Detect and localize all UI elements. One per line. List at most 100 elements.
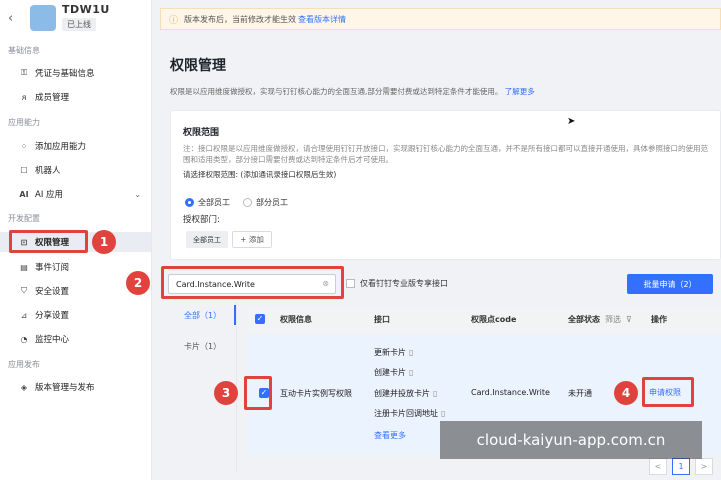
sidebar-item-label: 添加应用能力 [35,142,87,152]
tab-card[interactable]: 卡片（1） [170,336,236,356]
dept-label: 授权部门: [183,215,220,225]
th-interface: 接口 [374,315,390,324]
table-header: ✓ 权限信息 接口 权限点code 全部状态 筛选 ⊽ 操作 [248,307,721,331]
chevron-down-icon: ⌄ [134,189,141,199]
pro-only-label: 仅看钉钉专业版专享接口 [360,279,448,288]
interface-item[interactable]: 更新卡片 ▯ [374,347,413,358]
grid-icon: ⁘ [20,141,28,151]
th-status[interactable]: 全部状态 筛选 ⊽ [568,314,632,325]
perm-name: 互动卡片实例写权限 [280,389,352,398]
sidebar-item-credentials[interactable]: ⚿ 凭证与基础信息 [0,63,151,83]
key-icon: ⚿ [20,68,28,77]
learn-more-link[interactable]: 了解更多 [505,87,535,96]
radio-label: 全部员工 [198,198,230,207]
highlight-box-4 [642,377,694,407]
scope-title: 权限范围 [183,128,220,138]
highlight-box-3 [244,376,272,410]
sidebar-item-label: 安全设置 [35,287,70,297]
back-arrow-icon[interactable]: ‹ [8,11,13,26]
radio-unselected-icon [243,198,252,207]
add-dept-button[interactable]: + 添加 [232,231,272,248]
sidebar-item-versions[interactable]: ◈ 版本管理与发布 [0,377,151,397]
radio-all-staff[interactable]: 全部员工 [185,197,230,208]
filter-link: 筛选 [605,315,621,324]
sidebar-item-robot[interactable]: ☐ 机器人 [0,160,151,180]
watermark: cloud-kaiyun-app.com.cn [440,421,702,459]
notice-text: 版本发布后，当前修改才能生效 [184,14,297,24]
perm-code: Card.Instance.Write [471,388,550,397]
sidebar-item-label: 凭证与基础信息 [35,69,95,79]
scope-question: 请选择权限范围: (添加通讯录接口权限后生效) [183,170,337,179]
th-perm: 权限信息 [280,315,312,324]
select-all-checkbox[interactable]: ✓ [255,314,265,324]
sidebar-item-ai-app[interactable]: AI AI 应用 ⌄ [0,184,151,204]
release-notice-banner: ⓘ 版本发布后，当前修改才能生效 查看版本详情 [160,8,721,30]
batch-apply-button[interactable]: 批量申请（2） [627,274,713,294]
sidebar-item-label: 分享设置 [35,311,70,321]
prev-page-button[interactable]: < [649,458,667,475]
sidebar-item-label: 事件订阅 [35,263,70,273]
doc-icon: ▯ [409,348,414,357]
interface-item[interactable]: 注册卡片回调地址 ▯ [374,408,445,419]
monitor-icon: ◔ [20,334,28,344]
dept-tag[interactable]: 全部员工 [186,231,228,248]
pro-only-checkbox[interactable]: 仅看钉钉专业版专享接口 [346,278,448,289]
sidebar-item-label: AI 应用 [35,190,64,200]
sidebar-item-label: 版本管理与发布 [35,383,95,393]
app-logo [30,5,56,31]
sidebar-item-label: 机器人 [35,166,61,176]
radio-label: 部分员工 [256,198,288,207]
sidebar-item-share[interactable]: ⊿ 分享设置 [0,305,151,325]
nav-section-basic: 基础信息 [8,46,40,55]
user-icon: ᴙ [21,92,27,102]
doc-icon: ▯ [441,409,446,418]
sidebar-item-label: 监控中心 [35,335,70,345]
sidebar-item-members[interactable]: ᴙ 成员管理 [0,87,151,107]
annotation-badge-2: 2 [126,271,150,295]
highlight-box-2 [161,266,344,299]
calendar-icon: ▤ [20,262,28,272]
nav-section-release: 应用发布 [8,360,40,369]
highlight-box-1 [9,230,88,253]
filter-icon: ⊽ [626,315,632,324]
page-number[interactable]: 1 [672,458,690,475]
annotation-badge-4: 4 [614,381,638,405]
tab-all[interactable]: 全部（1） [170,305,236,325]
doc-icon: ▯ [433,389,438,398]
mouse-cursor-icon: ➤ [567,116,576,127]
interface-label: 更新卡片 [374,348,406,357]
interface-item[interactable]: 创建并投放卡片 ▯ [374,388,437,399]
interface-label: 创建并投放卡片 [374,389,430,398]
annotation-badge-3: 3 [214,381,238,405]
ai-icon: AI [19,189,29,199]
view-more-link[interactable]: 查看更多 [374,430,406,441]
th-code: 权限点code [471,315,517,324]
warning-icon: ⓘ [169,15,179,26]
scope-note: 注：接口权限是以应用维度做授权，请合理使用钉钉开放接口，实现跟钉钉核心能力的全面… [183,144,708,164]
permission-scope-card: 权限范围 注：接口权限是以应用维度做授权，请合理使用钉钉开放接口，实现跟钉钉核心… [170,110,721,260]
app-header: ‹ TDW1U 已上线 [0,0,152,38]
doc-icon: ▯ [409,368,414,377]
interface-item[interactable]: 创建卡片 ▯ [374,367,413,378]
sidebar-item-monitor[interactable]: ◔ 监控中心 [0,329,151,349]
radio-selected-icon [185,198,194,207]
sidebar-item-label: 成员管理 [35,93,70,103]
page-title: 权限管理 [170,58,226,74]
interface-label: 注册卡片回调地址 [374,409,438,418]
version-icon: ◈ [20,382,28,392]
radio-partial-staff[interactable]: 部分员工 [243,197,288,208]
app-status-badge: 已上线 [62,18,96,31]
view-version-link[interactable]: 查看版本详情 [298,14,346,25]
nav-section-dev: 开发配置 [8,214,40,223]
annotation-badge-1: 1 [92,230,116,254]
nav-section-capability: 应用能力 [8,118,40,127]
perm-status: 未开通 [568,389,592,398]
checkbox-unchecked-icon [346,279,355,288]
robot-icon: ☐ [20,165,28,175]
th-ops: 操作 [651,315,667,324]
sidebar-item-add-capability[interactable]: ⁘ 添加应用能力 [0,136,151,156]
shield-icon: ⛉ [21,286,27,295]
next-page-button[interactable]: > [695,458,713,475]
status-filter-label: 全部状态 [568,315,600,324]
page-desc-text: 权限是以应用维度做授权，实现与钉钉核心能力的全面互通,部分需要付费或达到特定条件… [170,87,503,96]
